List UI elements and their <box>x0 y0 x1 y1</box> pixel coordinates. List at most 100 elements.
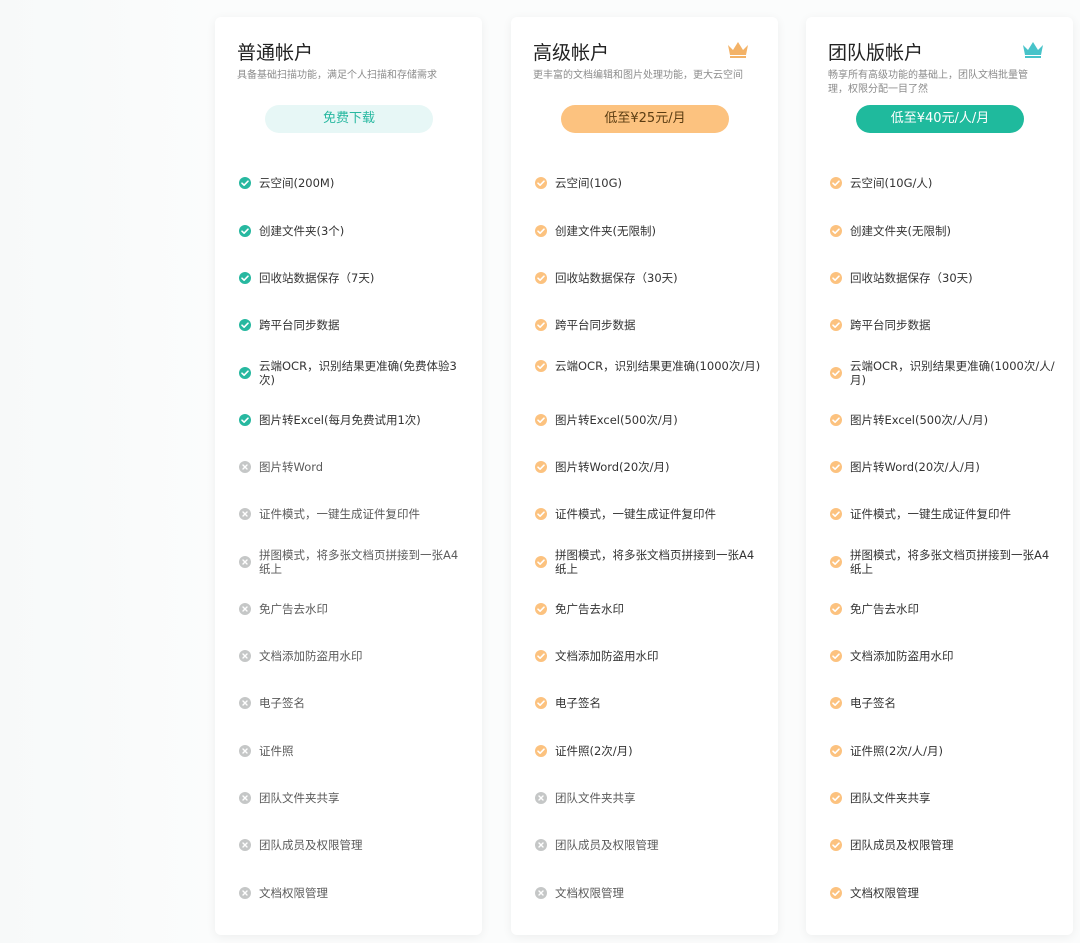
feature-item: 拼图模式，将多张文档页拼接到一张A4纸上 <box>535 548 765 576</box>
feature-list: 云空间(10G/人) 创建文件夹(无限制) 回收站数据保存（30天) 跨平台同步数据云… <box>806 17 1073 935</box>
feature-item: 团队文件夹共享 <box>239 791 469 805</box>
check-icon <box>535 697 547 709</box>
feature-label: 证件照(2次/人/月) <box>850 744 944 758</box>
feature-label: 文档添加防盗用水印 <box>555 649 659 663</box>
feature-label: 云空间(10G/人) <box>850 176 933 190</box>
feature-item: 创建文件夹(无限制) <box>830 224 1060 238</box>
check-icon <box>535 319 547 331</box>
feature-label: 文档添加防盗用水印 <box>850 649 954 663</box>
check-icon <box>535 603 547 615</box>
check-icon <box>239 225 251 237</box>
feature-item: 回收站数据保存（30天) <box>830 271 1060 285</box>
feature-item: 团队文件夹共享 <box>830 791 1060 805</box>
check-icon <box>830 272 842 284</box>
check-icon <box>830 650 842 662</box>
x-icon <box>239 745 251 757</box>
feature-item: 证件照 <box>239 744 469 758</box>
feature-item: 证件模式，一键生成证件复印件 <box>830 507 1060 521</box>
feature-label: 创建文件夹(无限制) <box>555 224 656 238</box>
feature-item: 云端OCR，识别结果更准确(免费体验3次) <box>239 359 469 387</box>
check-icon <box>830 839 842 851</box>
feature-item: 云端OCR，识别结果更准确(1000次/人/月) <box>830 359 1060 387</box>
feature-label: 跨平台同步数据 <box>259 318 340 332</box>
feature-label: 跨平台同步数据 <box>850 318 931 332</box>
check-icon <box>830 603 842 615</box>
feature-label: 证件模式，一键生成证件复印件 <box>555 507 716 521</box>
page-background <box>0 0 215 943</box>
feature-item: 文档添加防盗用水印 <box>239 649 469 663</box>
check-icon <box>239 414 251 426</box>
feature-label: 免广告去水印 <box>850 602 919 616</box>
check-icon <box>830 177 842 189</box>
check-icon <box>830 887 842 899</box>
check-icon <box>535 556 547 568</box>
feature-item: 图片转Word(20次/月) <box>535 460 765 474</box>
feature-label: 电子签名 <box>259 696 305 710</box>
feature-item: 文档添加防盗用水印 <box>535 649 765 663</box>
feature-item: 电子签名 <box>535 696 765 710</box>
feature-label: 拼图模式，将多张文档页拼接到一张A4纸上 <box>850 548 1050 576</box>
check-icon <box>830 556 842 568</box>
feature-label: 团队成员及权限管理 <box>555 838 659 852</box>
feature-item: 跨平台同步数据 <box>830 318 1060 332</box>
feature-label: 云空间(10G) <box>555 176 623 190</box>
x-icon <box>239 887 251 899</box>
feature-label: 图片转Word(20次/人/月) <box>850 460 980 474</box>
feature-label: 回收站数据保存（30天) <box>850 271 973 285</box>
feature-label: 创建文件夹(无限制) <box>850 224 951 238</box>
feature-item: 团队文件夹共享 <box>535 791 765 805</box>
feature-item: 跨平台同步数据 <box>535 318 765 332</box>
feature-item: 电子签名 <box>830 696 1060 710</box>
feature-label: 拼图模式，将多张文档页拼接到一张A4纸上 <box>555 548 755 576</box>
feature-item: 云空间(10G) <box>535 176 765 190</box>
x-icon <box>535 839 547 851</box>
feature-item: 团队成员及权限管理 <box>830 838 1060 852</box>
check-icon <box>535 225 547 237</box>
feature-item: 文档添加防盗用水印 <box>830 649 1060 663</box>
check-icon <box>535 272 547 284</box>
feature-item: 跨平台同步数据 <box>239 318 469 332</box>
feature-label: 拼图模式，将多张文档页拼接到一张A4纸上 <box>259 548 459 576</box>
x-icon <box>535 887 547 899</box>
plan-card-team: 团队版帐户 畅享所有高级功能的基础上，团队文档批量管理，权限分配一目了然 低至¥… <box>806 17 1073 935</box>
x-icon <box>239 556 251 568</box>
feature-label: 云空间(200M) <box>259 176 335 190</box>
feature-item: 创建文件夹(无限制) <box>535 224 765 238</box>
check-icon <box>239 177 251 189</box>
feature-label: 免广告去水印 <box>555 602 624 616</box>
check-icon <box>535 177 547 189</box>
plan-card-basic: 普通帐户 具备基础扫描功能，满足个人扫描和存储需求 免费下载 云空间(200M)… <box>215 17 482 935</box>
check-icon <box>239 367 251 379</box>
check-icon <box>830 508 842 520</box>
feature-item: 免广告去水印 <box>535 602 765 616</box>
check-icon <box>535 650 547 662</box>
x-icon <box>239 603 251 615</box>
feature-item: 文档权限管理 <box>239 886 469 900</box>
feature-label: 图片转Excel(500次/月) <box>555 413 678 427</box>
feature-item: 拼图模式，将多张文档页拼接到一张A4纸上 <box>239 548 469 576</box>
feature-item: 拼图模式，将多张文档页拼接到一张A4纸上 <box>830 548 1060 576</box>
check-icon <box>830 367 842 379</box>
feature-item: 云空间(200M) <box>239 176 469 190</box>
feature-label: 回收站数据保存（7天) <box>259 271 375 285</box>
feature-label: 文档权限管理 <box>259 886 328 900</box>
feature-item: 云空间(10G/人) <box>830 176 1060 190</box>
check-icon <box>830 792 842 804</box>
feature-label: 文档权限管理 <box>555 886 624 900</box>
check-icon <box>830 461 842 473</box>
check-icon <box>830 319 842 331</box>
feature-label: 电子签名 <box>850 696 896 710</box>
feature-item: 图片转Excel(500次/人/月) <box>830 413 1060 427</box>
feature-label: 证件模式，一键生成证件复印件 <box>850 507 1011 521</box>
x-icon <box>239 508 251 520</box>
feature-label: 团队文件夹共享 <box>259 791 340 805</box>
feature-item: 证件模式，一键生成证件复印件 <box>239 507 469 521</box>
x-icon <box>239 697 251 709</box>
feature-item: 证件照(2次/人/月) <box>830 744 1060 758</box>
feature-item: 云端OCR，识别结果更准确(1000次/月) <box>535 359 765 373</box>
feature-item: 文档权限管理 <box>535 886 765 900</box>
feature-label: 文档添加防盗用水印 <box>259 649 363 663</box>
feature-label: 证件模式，一键生成证件复印件 <box>259 507 420 521</box>
check-icon <box>535 461 547 473</box>
x-icon <box>535 792 547 804</box>
